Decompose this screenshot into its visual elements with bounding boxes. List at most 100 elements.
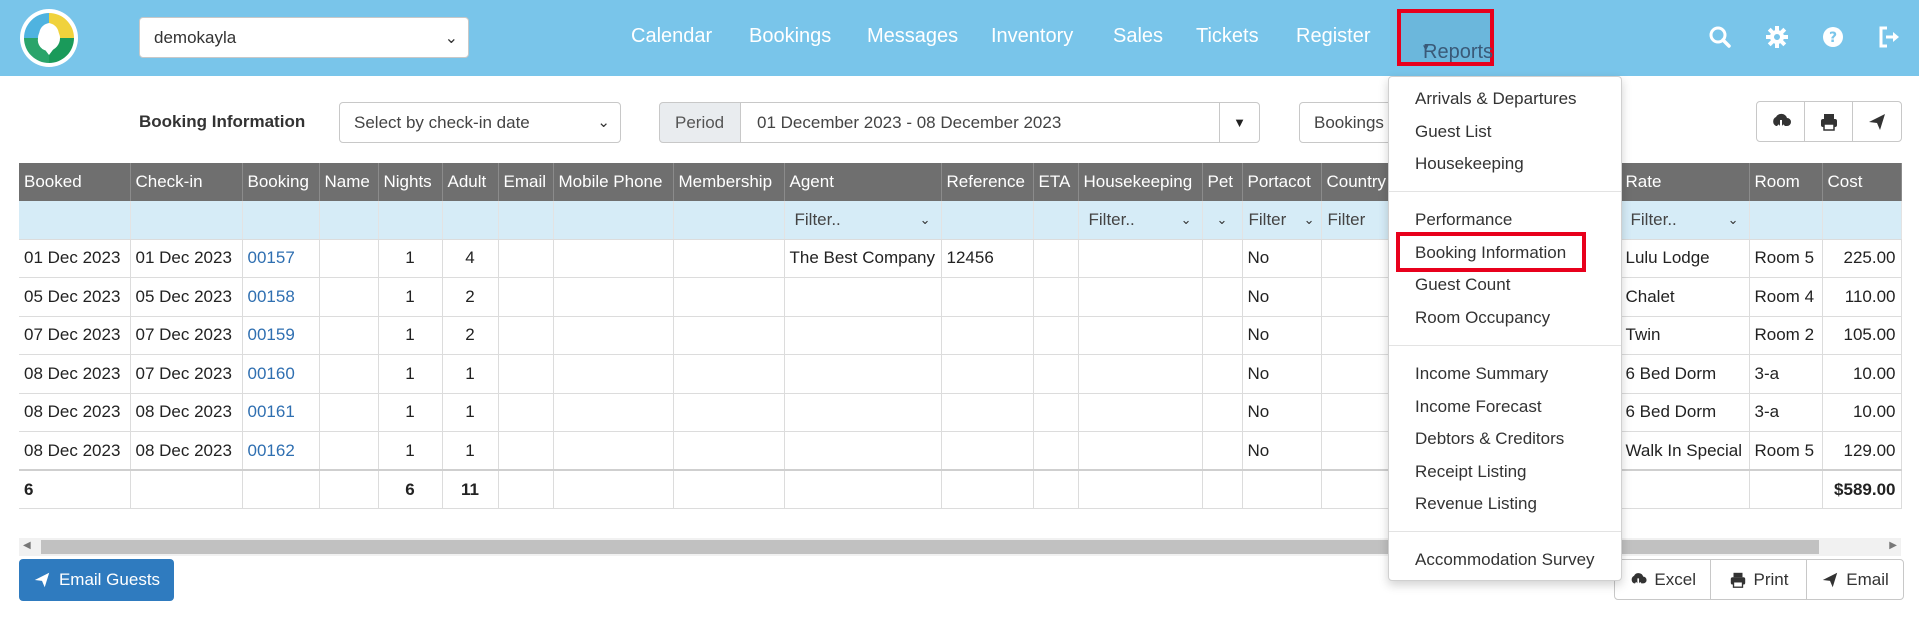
booking-link[interactable]: 00160 bbox=[242, 354, 320, 394]
column-header[interactable]: Membership bbox=[673, 163, 785, 201]
email-cell bbox=[498, 393, 554, 432]
print-button[interactable] bbox=[1805, 102, 1853, 141]
rate-cell: 6 Bed Dorm bbox=[1620, 393, 1750, 432]
nav-tickets[interactable]: Tickets bbox=[1196, 25, 1259, 48]
column-header[interactable]: Rate bbox=[1620, 163, 1750, 201]
booking-link[interactable]: 00161 bbox=[242, 393, 320, 432]
column-header[interactable]: Pet bbox=[1202, 163, 1243, 201]
column-header[interactable]: Email bbox=[498, 163, 554, 201]
download-button[interactable] bbox=[1757, 102, 1805, 141]
column-header[interactable]: Cost bbox=[1822, 163, 1902, 201]
menu-item-receipt-listing[interactable]: Receipt Listing bbox=[1415, 462, 1527, 482]
column-header[interactable]: Agent bbox=[784, 163, 942, 201]
column-header[interactable]: Booked bbox=[19, 163, 131, 201]
scroll-right-icon[interactable]: ▶ bbox=[1889, 540, 1897, 551]
email-guests-button[interactable]: Email Guests bbox=[19, 559, 174, 601]
rate-filter[interactable]: Filter.. ⌄ bbox=[1625, 210, 1745, 230]
highlight-box bbox=[1396, 232, 1586, 272]
column-header[interactable]: Nights bbox=[378, 163, 443, 201]
gear-icon[interactable] bbox=[1764, 24, 1790, 50]
help-icon[interactable]: ? bbox=[1820, 24, 1846, 50]
nav-calendar[interactable]: Calendar bbox=[631, 25, 712, 48]
nights-cell: 1 bbox=[378, 354, 443, 394]
scroll-left-icon[interactable]: ◀ bbox=[23, 540, 31, 551]
nav-bookings[interactable]: Bookings bbox=[749, 25, 831, 48]
booked-cell: 05 Dec 2023 bbox=[19, 277, 131, 317]
column-header[interactable]: Mobile Phone bbox=[553, 163, 674, 201]
cost-cell: 129.00 bbox=[1822, 431, 1902, 471]
booking-link[interactable]: 00157 bbox=[242, 239, 320, 278]
booking-link[interactable]: 00158 bbox=[242, 277, 320, 317]
name-cell bbox=[319, 354, 379, 394]
portacot-cell: No bbox=[1242, 277, 1322, 317]
portacot-cell: No bbox=[1242, 431, 1322, 471]
menu-item-debtors-creditors[interactable]: Debtors & Creditors bbox=[1415, 429, 1564, 449]
column-header[interactable]: Housekeeping bbox=[1078, 163, 1203, 201]
excel-button[interactable]: Excel bbox=[1615, 560, 1711, 599]
mobile-cell bbox=[553, 239, 674, 278]
bookings-select-value: Bookings bbox=[1314, 113, 1384, 132]
period-input[interactable]: 01 December 2023 - 08 December 2023 bbox=[740, 102, 1220, 143]
top-export-buttons bbox=[1756, 101, 1902, 142]
column-header[interactable]: Reference bbox=[941, 163, 1034, 201]
column-header[interactable]: Adult bbox=[442, 163, 499, 201]
column-header[interactable]: Name bbox=[319, 163, 379, 201]
reference-cell bbox=[941, 431, 1034, 471]
nights-cell: 1 bbox=[378, 431, 443, 471]
agent-cell bbox=[784, 316, 942, 355]
menu-item-guest-count[interactable]: Guest Count bbox=[1415, 275, 1510, 295]
column-header[interactable]: Room bbox=[1749, 163, 1823, 201]
chevron-down-icon: ⌄ bbox=[444, 30, 458, 47]
nights-cell: 1 bbox=[378, 316, 443, 355]
email-button[interactable]: Email bbox=[1807, 560, 1903, 599]
portacot-filter[interactable]: Filter ⌄ bbox=[1247, 210, 1317, 230]
date-mode-value: Select by check-in date bbox=[354, 113, 530, 132]
cost-cell: 225.00 bbox=[1822, 239, 1902, 278]
excel-label: Excel bbox=[1654, 569, 1696, 589]
search-icon[interactable] bbox=[1707, 24, 1733, 50]
menu-item-housekeeping[interactable]: Housekeeping bbox=[1415, 154, 1524, 174]
menu-item-accommodation-survey[interactable]: Accommodation Survey bbox=[1415, 550, 1595, 570]
caret-down-icon: ▼ bbox=[1233, 115, 1246, 130]
pet-filter[interactable]: ⌄ bbox=[1207, 212, 1238, 228]
nav-register[interactable]: Register bbox=[1296, 25, 1370, 48]
adult-cell: 4 bbox=[442, 239, 499, 278]
nav-inventory[interactable]: Inventory bbox=[991, 25, 1073, 48]
menu-item-performance[interactable]: Performance bbox=[1415, 210, 1512, 230]
menu-item-revenue-listing[interactable]: Revenue Listing bbox=[1415, 494, 1537, 514]
booking-link[interactable]: 00162 bbox=[242, 431, 320, 471]
nav-messages[interactable]: Messages bbox=[867, 25, 958, 48]
menu-item-income-forecast[interactable]: Income Forecast bbox=[1415, 397, 1542, 417]
housekeeping-cell bbox=[1078, 316, 1203, 355]
date-mode-select[interactable]: Select by check-in date ⌄ bbox=[339, 102, 621, 143]
print-button[interactable]: Print bbox=[1711, 560, 1807, 599]
column-header[interactable]: Booking bbox=[242, 163, 320, 201]
column-header[interactable]: ETA bbox=[1033, 163, 1079, 201]
column-header[interactable]: Check-in bbox=[130, 163, 243, 201]
eta-cell bbox=[1033, 239, 1079, 278]
booking-link[interactable]: 00159 bbox=[242, 316, 320, 355]
column-header[interactable]: Portacot bbox=[1242, 163, 1322, 201]
name-cell bbox=[319, 393, 379, 432]
membership-cell bbox=[673, 316, 785, 355]
column-header[interactable]: Country bbox=[1321, 163, 1396, 201]
period-dropdown-button[interactable]: ▼ bbox=[1219, 102, 1260, 143]
menu-item-income-summary[interactable]: Income Summary bbox=[1415, 364, 1548, 384]
email-cell bbox=[498, 431, 554, 471]
property-select[interactable]: demokayla ⌄ bbox=[139, 17, 469, 58]
send-button[interactable] bbox=[1853, 102, 1901, 141]
housekeeping-filter[interactable]: Filter.. ⌄ bbox=[1083, 210, 1198, 230]
menu-item-arrivals-departures[interactable]: Arrivals & Departures bbox=[1415, 89, 1577, 109]
country-filter[interactable]: Filter bbox=[1326, 210, 1391, 230]
adult-cell: 2 bbox=[442, 316, 499, 355]
nav-reports[interactable]: Reports ▾ bbox=[1397, 9, 1494, 66]
logout-icon[interactable] bbox=[1876, 24, 1902, 50]
nav-sales[interactable]: Sales bbox=[1113, 25, 1163, 48]
eta-cell bbox=[1033, 431, 1079, 471]
app-logo[interactable] bbox=[20, 9, 78, 67]
menu-item-guest-list[interactable]: Guest List bbox=[1415, 122, 1492, 142]
room-cell: Room 2 bbox=[1749, 316, 1823, 355]
agent-filter[interactable]: Filter.. ⌄ bbox=[789, 210, 937, 230]
agent-cell bbox=[784, 354, 942, 394]
menu-item-room-occupancy[interactable]: Room Occupancy bbox=[1415, 308, 1550, 328]
